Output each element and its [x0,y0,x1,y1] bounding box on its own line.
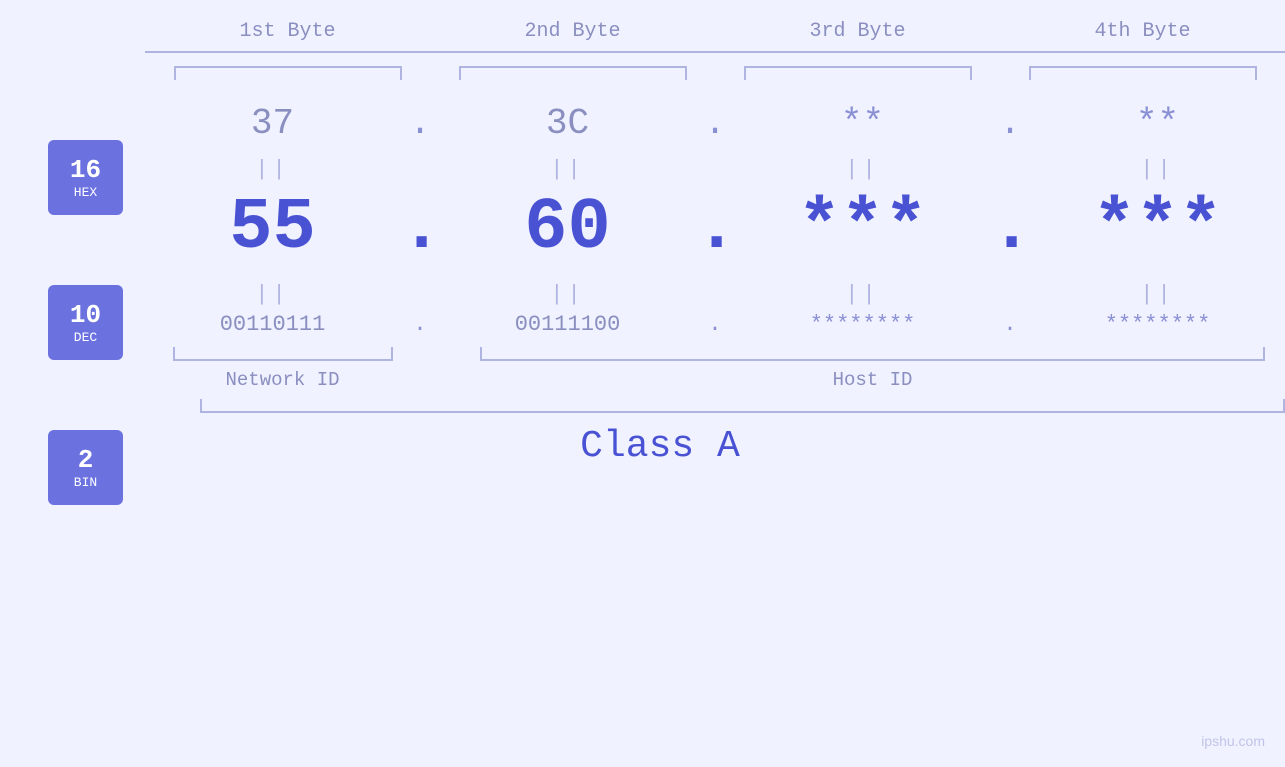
byte-header-2: 2nd Byte [430,20,715,53]
top-brackets [145,63,1285,83]
sep-2-b3: || [735,282,990,307]
hex-value-3: ** [841,103,884,144]
hex-byte-2: 3C [440,103,695,144]
hex-base-num: 16 [70,155,101,185]
byte-header-1: 1st Byte [145,20,430,53]
sep-1-b4: || [1030,157,1285,182]
host-bracket [480,347,1265,361]
bin-base-num: 2 [78,445,94,475]
bin-base-label: BIN [74,475,97,490]
bin-byte-1: 00110111 [145,312,400,337]
hex-byte-4: ** [1030,103,1285,144]
dec-byte-2: 60 [440,187,695,269]
dec-badge: 10 DEC [48,285,123,360]
byte-headers-row: 1st Byte 2nd Byte 3rd Byte 4th Byte [145,20,1285,53]
sep-1-b3: || [735,157,990,182]
hex-row: 37 . 3C . ** . ** [145,103,1285,144]
network-id-section: Network ID [145,347,420,391]
hex-base-label: HEX [74,185,97,200]
sep-1-b2: || [440,157,695,182]
dec-byte-4: *** [1030,187,1285,269]
bin-row: 00110111 . 00111100 . ******** . *******… [145,312,1285,337]
sep-2-b2: || [440,282,695,307]
dec-value-3: *** [798,187,928,269]
bin-value-1: 00110111 [220,312,326,337]
bottom-bracket-labels: Network ID Host ID [145,347,1285,391]
bin-value-3: ******** [810,312,916,337]
sep-1-b1: || [145,157,400,182]
separator-row-1: || || || || [145,152,1285,187]
sep-2-b1: || [145,282,400,307]
main-container: 16 HEX 10 DEC 2 BIN 1st Byte 2nd Byte 3r… [0,0,1285,767]
badges-column: 16 HEX 10 DEC 2 BIN [48,140,123,505]
dec-base-label: DEC [74,330,97,345]
bracket-cell-2 [430,63,715,83]
bracket-cell-3 [715,63,1000,83]
dec-value-1: 55 [229,187,315,269]
bin-byte-3: ******** [735,312,990,337]
bin-dot-1: . [400,312,440,337]
dec-row: 55 . 60 . *** . *** [145,187,1285,269]
hex-value-2: 3C [546,103,589,144]
dec-value-2: 60 [524,187,610,269]
hex-byte-3: ** [735,103,990,144]
host-id-section: Host ID [460,347,1285,391]
dec-dot-1: . [400,187,440,269]
separator-row-2: || || || || [145,277,1285,312]
top-bracket-2 [459,66,687,80]
top-bracket-3 [744,66,972,80]
bin-byte-2: 00111100 [440,312,695,337]
watermark: ipshu.com [1201,733,1265,749]
dec-base-num: 10 [70,300,101,330]
network-id-label: Network ID [225,369,339,391]
bin-dot-2: . [695,312,735,337]
dec-byte-3: *** [735,187,990,269]
bin-value-4: ******** [1105,312,1211,337]
top-bracket-4 [1029,66,1257,80]
hex-dot-3: . [990,103,1030,144]
hex-dot-2: . [695,103,735,144]
hex-value-1: 37 [251,103,294,144]
class-label: Class A [90,425,1230,468]
host-id-label: Host ID [833,369,913,391]
dec-dot-3: . [990,187,1030,269]
sep-2-b4: || [1030,282,1285,307]
hex-dot-1: . [400,103,440,144]
bin-dot-3: . [990,312,1030,337]
byte-header-3: 3rd Byte [715,20,1000,53]
bracket-cell-1 [145,63,430,83]
dec-byte-1: 55 [145,187,400,269]
bracket-cell-4 [1000,63,1285,83]
top-bracket-1 [174,66,402,80]
bin-badge: 2 BIN [48,430,123,505]
hex-byte-1: 37 [145,103,400,144]
dec-dot-2: . [695,187,735,269]
bin-value-2: 00111100 [515,312,621,337]
dec-value-4: *** [1093,187,1223,269]
bin-byte-4: ******** [1030,312,1285,337]
byte-header-4: 4th Byte [1000,20,1285,53]
network-bracket [173,347,393,361]
main-grid: 1st Byte 2nd Byte 3rd Byte 4th Byte 37 [145,20,1285,468]
full-bottom-bracket [200,399,1285,413]
hex-badge: 16 HEX [48,140,123,215]
hex-value-4: ** [1136,103,1179,144]
